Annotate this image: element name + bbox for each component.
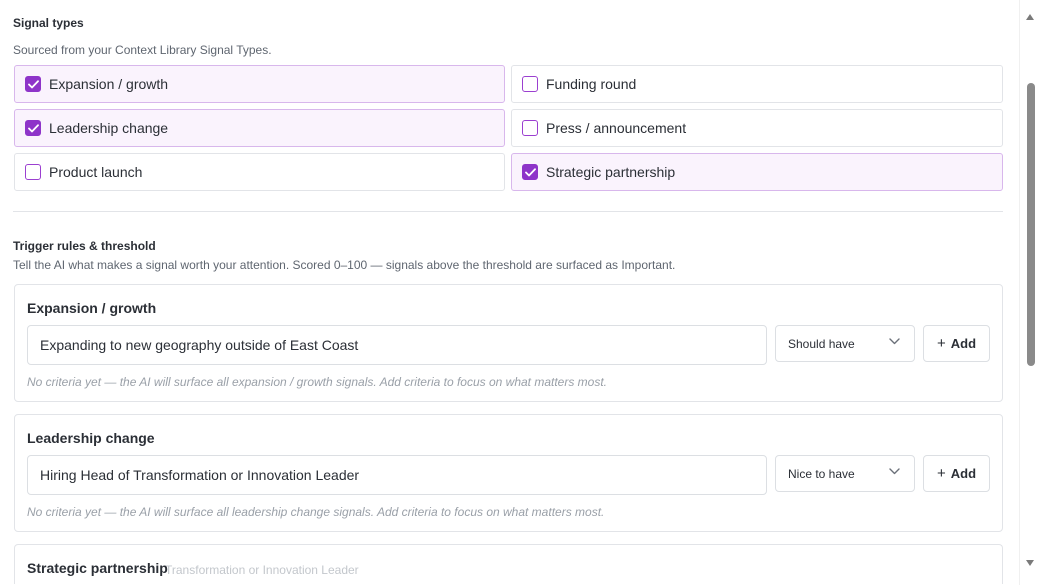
checkbox-unchecked-icon[interactable]	[25, 164, 41, 180]
signal-types-description: Sourced from your Context Library Signal…	[13, 43, 272, 57]
add-button-label: Add	[950, 466, 977, 481]
signal-option-label: Strategic partnership	[546, 164, 676, 180]
rule-empty-hint: No criteria yet — the AI will surface al…	[27, 375, 608, 389]
signal-option-label: Product launch	[49, 164, 143, 180]
scrollbar-thumb[interactable]	[1027, 83, 1035, 366]
signal-types-grid: Expansion / growth Funding round Leaders…	[14, 65, 1003, 191]
signal-option-press-announcement[interactable]: Press / announcement	[511, 109, 1003, 147]
drag-ghost-text: Transformation or Innovation Leader	[165, 563, 359, 577]
plus-icon: +	[936, 335, 946, 352]
priority-select-value: Should have	[788, 336, 855, 351]
add-criteria-button[interactable]: + Add	[923, 325, 990, 362]
checkbox-checked-icon[interactable]	[25, 76, 41, 92]
criteria-input[interactable]: Hiring Head of Transformation or Innovat…	[27, 455, 767, 495]
signal-option-leadership-change[interactable]: Leadership change	[14, 109, 505, 147]
checkbox-checked-icon[interactable]	[25, 120, 41, 136]
trigger-rules-title: Trigger rules & threshold	[13, 239, 156, 253]
signal-types-title: Signal types	[13, 16, 84, 30]
criteria-input[interactable]: Expanding to new geography outside of Ea…	[27, 325, 767, 365]
priority-select[interactable]: Should have	[775, 325, 915, 362]
signal-option-label: Funding round	[546, 76, 637, 92]
signal-option-expansion-growth[interactable]: Expansion / growth	[14, 65, 505, 103]
chevron-down-icon	[889, 338, 900, 345]
signal-option-label: Press / announcement	[546, 120, 687, 136]
rule-title: Strategic partnership	[27, 560, 168, 576]
signal-option-funding-round[interactable]: Funding round	[511, 65, 1003, 103]
rule-card-strategic-partnership: Transformation or Innovation Leader Stra…	[14, 544, 1003, 584]
add-button-label: Add	[950, 336, 977, 351]
signal-option-label: Expansion / growth	[49, 76, 169, 92]
signal-option-product-launch[interactable]: Product launch	[14, 153, 505, 191]
chevron-down-icon	[889, 468, 900, 475]
scroll-down-arrow-icon[interactable]	[1026, 560, 1034, 566]
priority-select-value: Nice to have	[788, 466, 855, 481]
rule-card-leadership-change: Leadership change Hiring Head of Transfo…	[14, 414, 1003, 532]
settings-panel: Signal types Sourced from your Context L…	[0, 0, 1018, 585]
checkbox-unchecked-icon[interactable]	[522, 76, 538, 92]
rule-card-expansion-growth: Expansion / growth Expanding to new geog…	[14, 284, 1003, 402]
priority-select[interactable]: Nice to have	[775, 455, 915, 492]
section-divider	[13, 211, 1003, 212]
scroll-up-arrow-icon[interactable]	[1026, 14, 1034, 20]
checkbox-unchecked-icon[interactable]	[522, 120, 538, 136]
rule-title: Leadership change	[27, 430, 155, 446]
rule-title: Expansion / growth	[27, 300, 157, 316]
trigger-rules-description: Tell the AI what makes a signal worth yo…	[13, 258, 676, 272]
rule-empty-hint: No criteria yet — the AI will surface al…	[27, 505, 605, 519]
checkbox-checked-icon[interactable]	[522, 164, 538, 180]
plus-icon: +	[936, 465, 946, 482]
signal-option-strategic-partnership[interactable]: Strategic partnership	[511, 153, 1003, 191]
signal-option-label: Leadership change	[49, 120, 169, 136]
add-criteria-button[interactable]: + Add	[923, 455, 990, 492]
